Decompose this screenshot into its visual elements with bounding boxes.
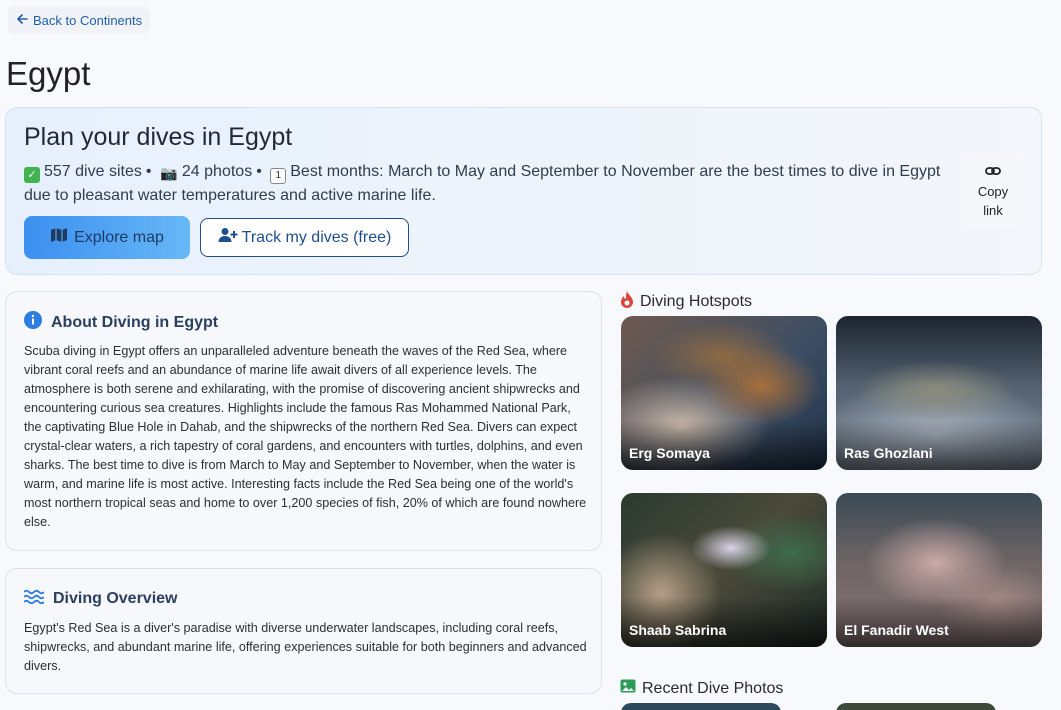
map-icon xyxy=(50,227,68,248)
plan-stats: ✓ 557 dive sites • 📷 24 photos • 1 Best month… xyxy=(24,160,944,208)
about-heading: About Diving in Egypt xyxy=(24,311,218,334)
back-to-continents-link[interactable]: Back to Continents xyxy=(8,6,151,34)
overview-heading: Diving Overview xyxy=(23,588,178,609)
recent-photos-title: Recent Dive Photos xyxy=(642,679,784,697)
link-icon xyxy=(985,163,1001,182)
explore-map-button[interactable]: Explore map xyxy=(24,216,190,259)
plan-card: Plan your dives in Egypt ✓ 557 dive sites… xyxy=(5,107,1042,275)
image-icon xyxy=(620,679,636,698)
overview-title: Diving Overview xyxy=(53,589,178,607)
check-icon: ✓ xyxy=(24,167,40,183)
overview-card: Diving Overview Egypt's Red Sea is a div… xyxy=(5,568,602,694)
dive-sites-count: 557 dive sites xyxy=(44,163,142,180)
hotspot-card-ras-ghozlani[interactable]: Ras Ghozlani xyxy=(836,316,1042,470)
fire-icon xyxy=(620,291,634,313)
recent-photos-heading: Recent Dive Photos xyxy=(620,679,783,698)
recent-photo-thumbnail[interactable] xyxy=(621,703,781,710)
about-card: About Diving in Egypt Scuba diving in Eg… xyxy=(5,291,602,551)
hotspots-title: Diving Hotspots xyxy=(640,293,753,310)
bullet-separator: • xyxy=(256,163,262,180)
explore-map-label: Explore map xyxy=(74,228,164,246)
bullet-separator: • xyxy=(145,163,152,180)
hotspot-card-erg-somaya[interactable]: Erg Somaya xyxy=(621,316,827,470)
about-text: Scuba diving in Egypt offers an unparall… xyxy=(24,344,587,529)
water-waves-icon xyxy=(23,588,45,609)
plan-title: Plan your dives in Egypt xyxy=(24,123,293,151)
camera-icon: 📷 xyxy=(160,165,178,181)
copy-link-label-line2: link xyxy=(983,202,1003,218)
copy-link-label-line1: Copy xyxy=(977,183,1009,199)
info-icon xyxy=(24,311,42,334)
overview-text: Egypt's Red Sea is a diver's paradise wi… xyxy=(24,621,587,673)
track-my-dives-label: Track my dives (free) xyxy=(241,228,392,246)
copy-link-button[interactable]: Copy link xyxy=(960,152,1026,230)
user-plus-icon xyxy=(218,227,238,248)
back-link-label: Back to Continents xyxy=(33,12,143,28)
calendar-icon: 1 xyxy=(270,168,287,184)
hotspot-card-shaab-sabrina[interactable]: Shaab Sabrina xyxy=(621,493,827,647)
hotspot-card-el-fanadir-west[interactable]: El Fanadir West xyxy=(836,493,1042,647)
arrow-left-icon xyxy=(16,13,28,28)
recent-photo-thumbnail[interactable] xyxy=(836,703,996,710)
page-title: Egypt xyxy=(6,55,91,92)
track-my-dives-button[interactable]: Track my dives (free) xyxy=(200,218,409,257)
hotspot-name: Shaab Sabrina xyxy=(629,622,727,638)
about-title: About Diving in Egypt xyxy=(51,313,219,331)
photos-count: 24 photos xyxy=(181,163,253,180)
hotspots-heading: Diving Hotspots xyxy=(620,291,752,313)
hotspot-name: El Fanadir West xyxy=(844,622,949,638)
hotspot-name: Erg Somaya xyxy=(629,445,710,461)
hotspot-name: Ras Ghozlani xyxy=(844,445,933,461)
